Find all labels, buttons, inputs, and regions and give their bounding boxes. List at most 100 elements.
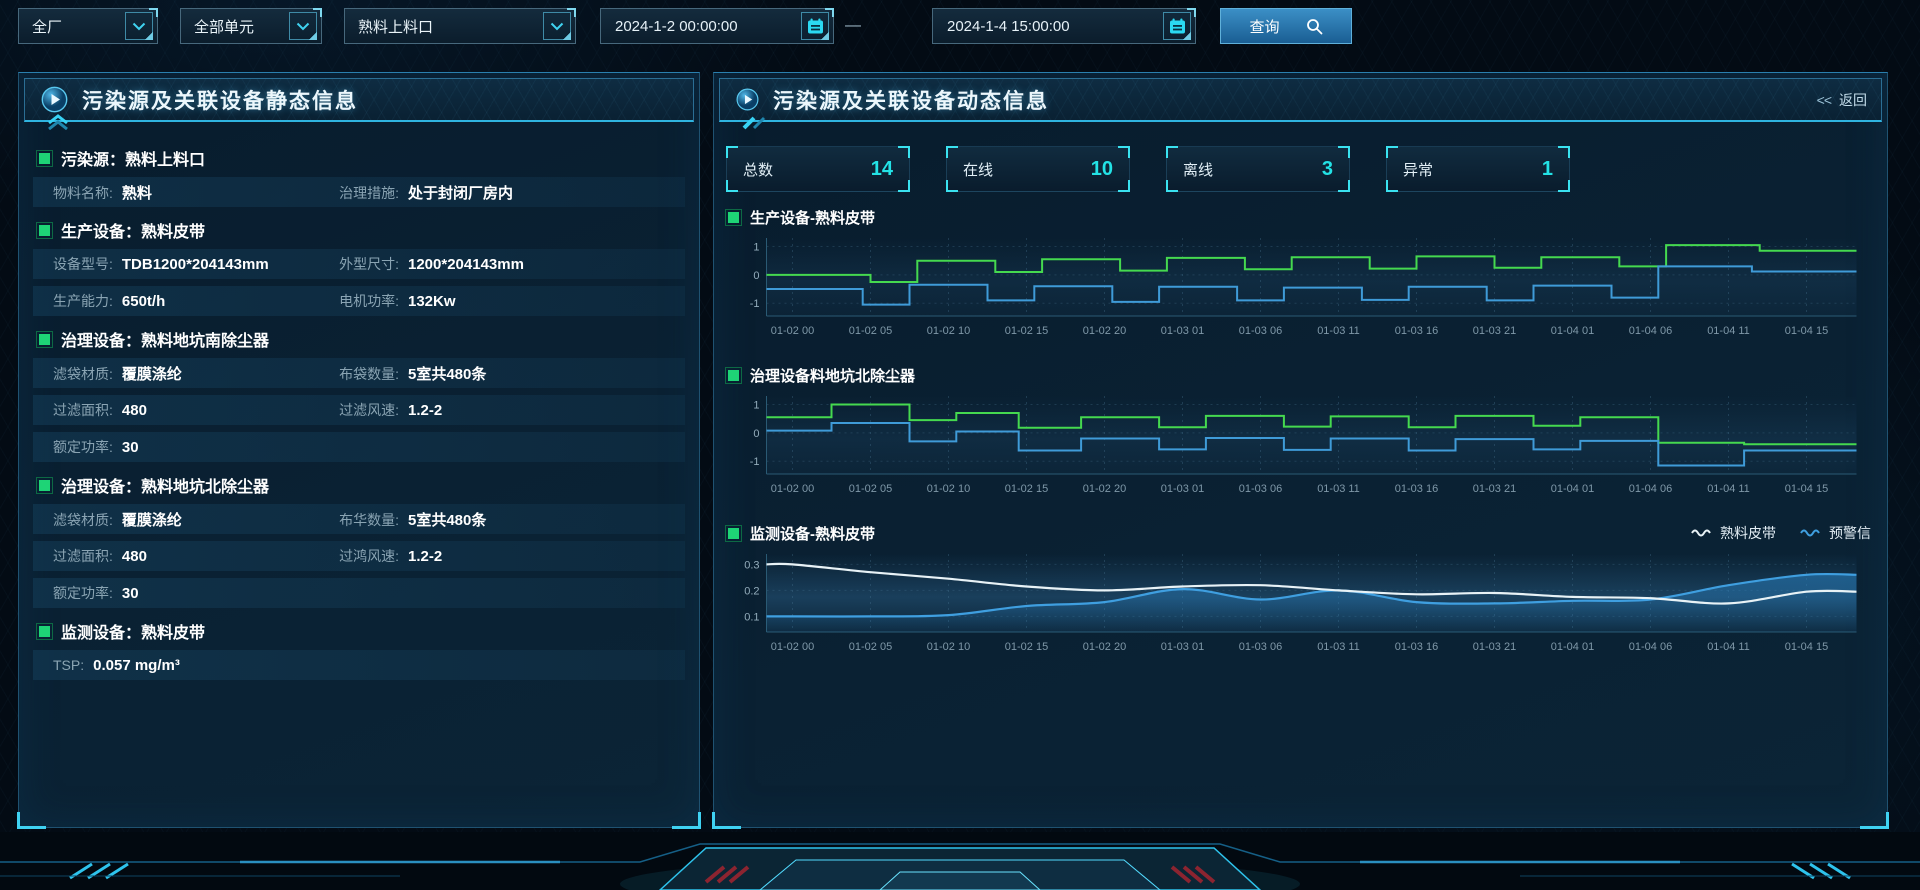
svg-text:01-03 21: 01-03 21: [1473, 483, 1516, 495]
section-heading: 治理设备：熟料地坑南除尘器: [39, 327, 685, 351]
section-bullet-icon: [39, 225, 50, 236]
section-heading: 治理设备：熟料地坑北除尘器: [39, 473, 685, 497]
svg-text:01-02 20: 01-02 20: [1083, 641, 1126, 653]
svg-text:01-02 20: 01-02 20: [1083, 325, 1126, 337]
dropdown-source[interactable]: 熟料上料口: [344, 8, 576, 44]
section-bullet-icon: [39, 153, 50, 164]
info-field: 布华数量:5室共480条: [339, 509, 675, 530]
svg-text:01-03 11: 01-03 11: [1317, 325, 1360, 337]
play-icon: [736, 88, 759, 111]
dropdown-plant[interactable]: 全厂: [18, 8, 158, 44]
svg-text:01-04 01: 01-04 01: [1551, 641, 1594, 653]
info-field: 外型尺寸:1200*204143mm: [339, 254, 675, 274]
field-value: 30: [122, 585, 139, 602]
info-field: 过滤面积:480: [53, 400, 339, 420]
section-heading-label: 污染源：熟料上料口: [61, 146, 205, 170]
info-row: 滤袋材质:覆膜涤纶布袋数量:5室共480条: [33, 358, 685, 388]
query-button[interactable]: 查询: [1220, 8, 1352, 44]
start-date-input[interactable]: 2024-1-2 00:00:00: [600, 8, 834, 44]
info-field: 过滤面积:480: [53, 546, 339, 566]
static-info-body: 污染源：熟料上料口物料名称:熟料治理措施:处于封闭厂房内生产设备：熟料皮带设备型…: [19, 127, 699, 680]
chart-canvas-1[interactable]: 01-02 0001-02 0501-02 1001-02 1501-02 20…: [726, 388, 1866, 508]
static-info-panel: 污染源及关联设备静态信息 污染源：熟料上料口物料名称:熟料治理措施:处于封闭厂房…: [18, 72, 700, 828]
bottom-decoration: [0, 832, 1920, 890]
svg-text:01-02 05: 01-02 05: [849, 325, 892, 337]
svg-text:0.2: 0.2: [744, 585, 759, 597]
back-button[interactable]: << 返回: [1817, 79, 1867, 120]
svg-text:01-02 10: 01-02 10: [927, 641, 970, 653]
svg-text:01-03 06: 01-03 06: [1239, 641, 1282, 653]
info-field: 治理措施:处于封闭厂房内: [339, 182, 675, 203]
chevron-down-icon[interactable]: [543, 12, 571, 40]
dropdown-unit-value: 全部单元: [194, 16, 254, 37]
field-value: 5室共480条: [408, 363, 486, 384]
field-label: 过滤面积:: [53, 546, 113, 566]
calendar-icon[interactable]: [801, 12, 829, 40]
calendar-icon: [1169, 18, 1186, 35]
field-label: 过鸿风速:: [339, 546, 399, 566]
svg-text:01-04 11: 01-04 11: [1707, 325, 1750, 337]
svg-text:01-03 16: 01-03 16: [1395, 483, 1438, 495]
dropdown-unit[interactable]: 全部单元: [180, 8, 322, 44]
svg-text:01-02 00: 01-02 00: [771, 641, 814, 653]
field-label: 过滤风速:: [339, 400, 399, 420]
svg-text:01-03 21: 01-03 21: [1473, 641, 1516, 653]
field-label: 外型尺寸:: [339, 254, 399, 274]
chart-legend: 熟料皮带预警信: [1691, 523, 1871, 543]
section-heading: 污染源：熟料上料口: [39, 146, 685, 170]
field-value: 覆膜涤纶: [122, 363, 182, 384]
chevron-down-icon: [132, 22, 146, 31]
chevron-down-icon[interactable]: [289, 12, 317, 40]
svg-text:01-04 11: 01-04 11: [1707, 641, 1750, 653]
end-date-value: 2024-1-4 15:00:00: [947, 18, 1070, 35]
info-field: 设备型号:TDB1200*204143mm: [53, 254, 339, 274]
info-field: 滤袋材质:覆膜涤纶: [53, 363, 339, 384]
svg-text:01-03 01: 01-03 01: [1161, 325, 1204, 337]
chart-bullet-icon: [728, 212, 739, 223]
section-heading: 生产设备：熟料皮带: [39, 218, 685, 242]
svg-text:01-02 10: 01-02 10: [927, 483, 970, 495]
stat-label: 总数: [743, 159, 773, 180]
svg-text:0: 0: [753, 428, 759, 440]
field-value: 覆膜涤纶: [122, 509, 182, 530]
svg-text:01-03 06: 01-03 06: [1239, 325, 1282, 337]
field-value: 0.057 mg/m³: [93, 657, 180, 674]
field-value: 1.2-2: [408, 402, 442, 419]
svg-text:01-03 21: 01-03 21: [1473, 325, 1516, 337]
svg-text:01-03 16: 01-03 16: [1395, 641, 1438, 653]
calendar-icon: [807, 18, 824, 35]
play-icon: [41, 86, 68, 113]
chevron-up-decoration-icon: [47, 114, 69, 130]
field-value: 熟料: [122, 182, 152, 203]
end-date-input[interactable]: 2024-1-4 15:00:00: [932, 8, 1196, 44]
device-stats-row: 总数14在线10离线3异常1: [726, 146, 1887, 192]
svg-text:01-02 15: 01-02 15: [1005, 641, 1048, 653]
field-label: 布华数量:: [339, 510, 399, 530]
calendar-icon[interactable]: [1163, 12, 1191, 40]
svg-text:01-04 15: 01-04 15: [1785, 483, 1828, 495]
static-panel-header: 污染源及关联设备静态信息: [24, 78, 694, 122]
svg-text:1: 1: [753, 242, 759, 254]
chart-title-row: 监测设备-熟料皮带 熟料皮带预警信: [728, 523, 1877, 544]
static-panel-title: 污染源及关联设备静态信息: [82, 85, 358, 115]
stat-label: 在线: [963, 159, 993, 180]
chart-title: 生产设备-熟料皮带: [750, 207, 875, 228]
legend-label: 预警信: [1829, 523, 1871, 543]
svg-text:01-03 11: 01-03 11: [1317, 641, 1360, 653]
field-value: 132Kw: [408, 293, 456, 310]
field-value: 650t/h: [122, 293, 165, 310]
chevron-down-icon: [296, 22, 310, 31]
chevron-down-icon[interactable]: [125, 12, 153, 40]
svg-text:01-04 15: 01-04 15: [1785, 641, 1828, 653]
info-field: 过滤风速: 1.2-2: [339, 400, 675, 420]
chart-title-row: 治理设备料地坑北除尘器: [728, 365, 1877, 386]
svg-text:01-03 16: 01-03 16: [1395, 325, 1438, 337]
info-field: 滤袋材质:覆膜涤纶: [53, 509, 339, 530]
info-field: TSP:0.057 mg/m³: [53, 657, 675, 674]
chevron-down-icon: [550, 22, 564, 31]
chart-canvas-2[interactable]: 01-02 0001-02 0501-02 1001-02 1501-02 20…: [726, 546, 1866, 666]
date-range-separator: —: [844, 17, 862, 35]
chart-title: 监测设备-熟料皮带: [750, 523, 875, 544]
chart-canvas-0[interactable]: 01-02 0001-02 0501-02 1001-02 1501-02 20…: [726, 230, 1866, 350]
info-field: 电机功率:132Kw: [339, 291, 675, 311]
